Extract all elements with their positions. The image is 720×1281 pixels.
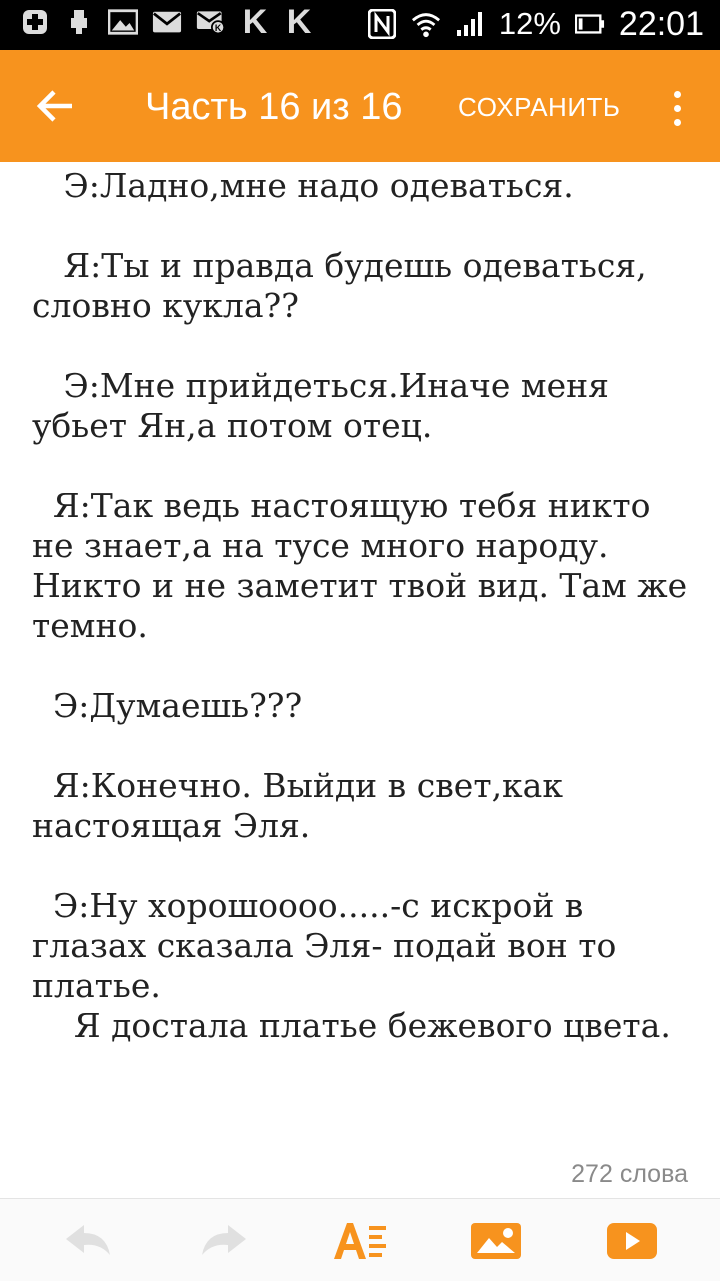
mail-k-icon: K	[196, 7, 226, 37]
insert-video-button[interactable]	[602, 1217, 662, 1265]
insert-image-button[interactable]	[466, 1217, 526, 1265]
battery-icon	[574, 9, 605, 39]
text-paragraph: Я достала платье бежевого цвета.	[32, 1006, 671, 1045]
text-paragraph: Я:Так ведь настоящую тебя никто не знает…	[32, 486, 698, 645]
mail-icon	[152, 7, 182, 37]
nfc-icon	[367, 9, 397, 39]
k-app-icon: K	[286, 3, 312, 41]
text-paragraph: Э:Ладно,мне надо одеваться.	[32, 166, 574, 205]
usb-icon	[64, 7, 94, 37]
redo-icon	[202, 1225, 246, 1255]
redo-button[interactable]	[194, 1217, 254, 1265]
text-paragraph: Я:Ты и правда будешь одеваться, словно к…	[32, 246, 658, 325]
svg-text:K: K	[215, 23, 222, 33]
undo-icon	[66, 1225, 110, 1255]
word-count: 272 слова	[571, 1160, 688, 1188]
status-bar: K K K 12% 22:01	[0, 0, 720, 50]
text-paragraph: Э:Думаешь???	[32, 686, 303, 725]
wifi-icon	[411, 9, 441, 39]
text-paragraph: Э:Мне прийдеться.Иначе меня убьет Ян,а п…	[32, 366, 620, 445]
app-toolbar: Часть 16 из 16 СОХРАНИТЬ	[0, 50, 720, 162]
image-icon	[108, 7, 138, 37]
insert-video-icon	[607, 1223, 657, 1259]
k-app-icon: K	[242, 3, 268, 41]
add-icon	[20, 7, 50, 37]
clock: 22:01	[618, 5, 704, 43]
insert-image-icon	[471, 1223, 521, 1259]
arrow-back-icon	[36, 90, 72, 122]
editor-bottom-bar	[0, 1198, 720, 1281]
undo-button[interactable]	[58, 1217, 118, 1265]
more-vert-icon-dot	[673, 104, 681, 112]
more-vert-icon-dot	[673, 118, 681, 126]
system-icons: 12% 22:01	[367, 6, 704, 42]
notification-icons: K K K	[20, 3, 314, 41]
battery-percent: 12%	[498, 6, 561, 41]
chapter-text[interactable]: Э:Ладно,мне надо одеваться. Я:Ты и правд…	[32, 166, 692, 1046]
signal-icon	[455, 9, 485, 39]
text-paragraph: Э:Ну хорошоооо.....-с искрой в глазах ск…	[32, 886, 627, 1005]
page-title: Часть 16 из 16	[145, 86, 403, 128]
text-format-icon	[334, 1223, 386, 1259]
text-paragraph: Я:Конечно. Выйди в свет,как настоящая Эл…	[32, 766, 574, 845]
more-vert-icon	[673, 90, 681, 98]
text-format-button[interactable]	[330, 1217, 390, 1265]
overflow-menu-button[interactable]	[660, 80, 694, 136]
back-button[interactable]	[28, 78, 84, 134]
save-button[interactable]: СОХРАНИТЬ	[458, 90, 620, 124]
